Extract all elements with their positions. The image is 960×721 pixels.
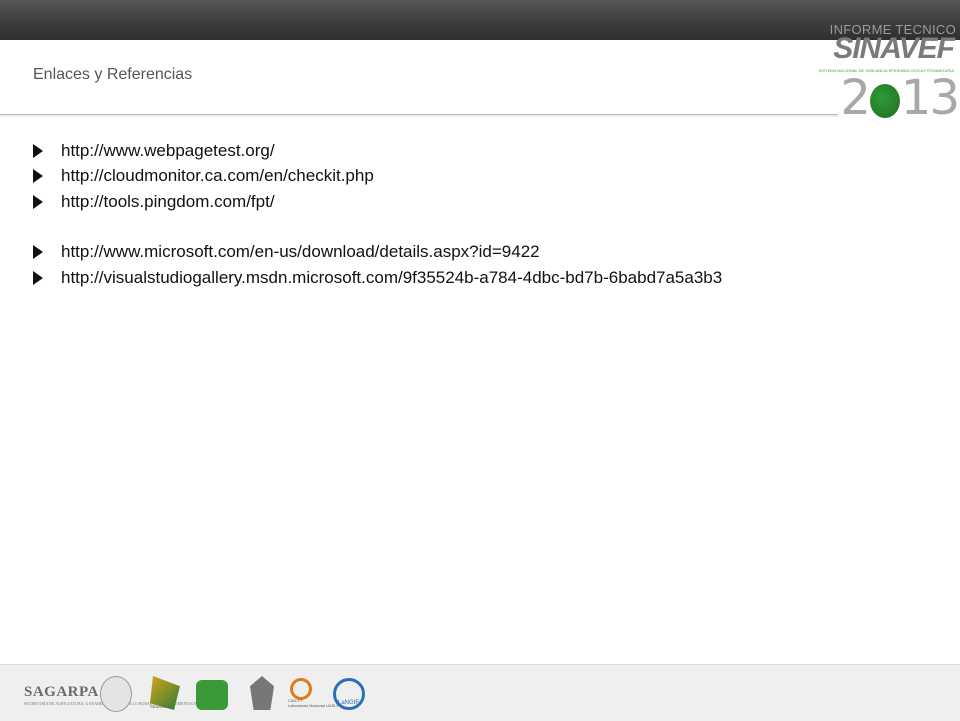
footer-logo-bar [0, 664, 960, 721]
reference-link[interactable]: http://cloudmonitor.ca.com/en/checkit.ph… [61, 166, 374, 186]
reference-link[interactable]: http://www.microsoft.com/en-us/download/… [61, 242, 540, 262]
list-item: http://tools.pingdom.com/fpt/ [30, 189, 940, 215]
list-item: http://www.webpagetest.org/ [30, 138, 940, 164]
top-header-bar [0, 0, 960, 40]
logo-runner-icon [869, 84, 900, 118]
reference-link[interactable]: http://www.webpagetest.org/ [61, 141, 275, 161]
slide-title: Enlaces y Referencias [33, 66, 193, 83]
arrow-bullet-icon [33, 270, 43, 285]
arrow-bullet-icon [33, 245, 43, 260]
title-divider-shadow [0, 115, 838, 117]
ciacyt-sublabel: Laboratorio Nacional UASLP [288, 703, 340, 708]
sinavef-logo: INFORME TECNICO SINAVEF SISTEMA NACIONAL… [819, 22, 960, 126]
green-badge-logo-icon [196, 680, 228, 710]
reference-link-list: http://www.webpagetest.org/ http://cloud… [30, 138, 940, 291]
sagarpa-logo: SAGARPA [24, 684, 99, 700]
logo-sinavef: SINAVEF [833, 32, 955, 65]
list-item: http://www.microsoft.com/en-us/download/… [30, 240, 940, 266]
logo-year: 2 13 [840, 70, 960, 126]
reference-link[interactable]: http://tools.pingdom.com/fpt/ [61, 192, 275, 212]
list-item: http://visualstudiogallery.msdn.microsof… [30, 265, 940, 291]
arrow-bullet-icon [33, 143, 43, 158]
senasica-label: SENASICA [150, 704, 171, 709]
reference-link[interactable]: http://visualstudiogallery.msdn.microsof… [61, 268, 722, 288]
langif-label: LaNGIF [338, 700, 360, 706]
ciacyt-logo-icon [290, 678, 312, 700]
arrow-bullet-icon [33, 169, 43, 184]
arrow-bullet-icon [33, 194, 43, 209]
mexico-seal-icon [100, 676, 132, 712]
list-item: http://cloudmonitor.ca.com/en/checkit.ph… [30, 164, 940, 190]
